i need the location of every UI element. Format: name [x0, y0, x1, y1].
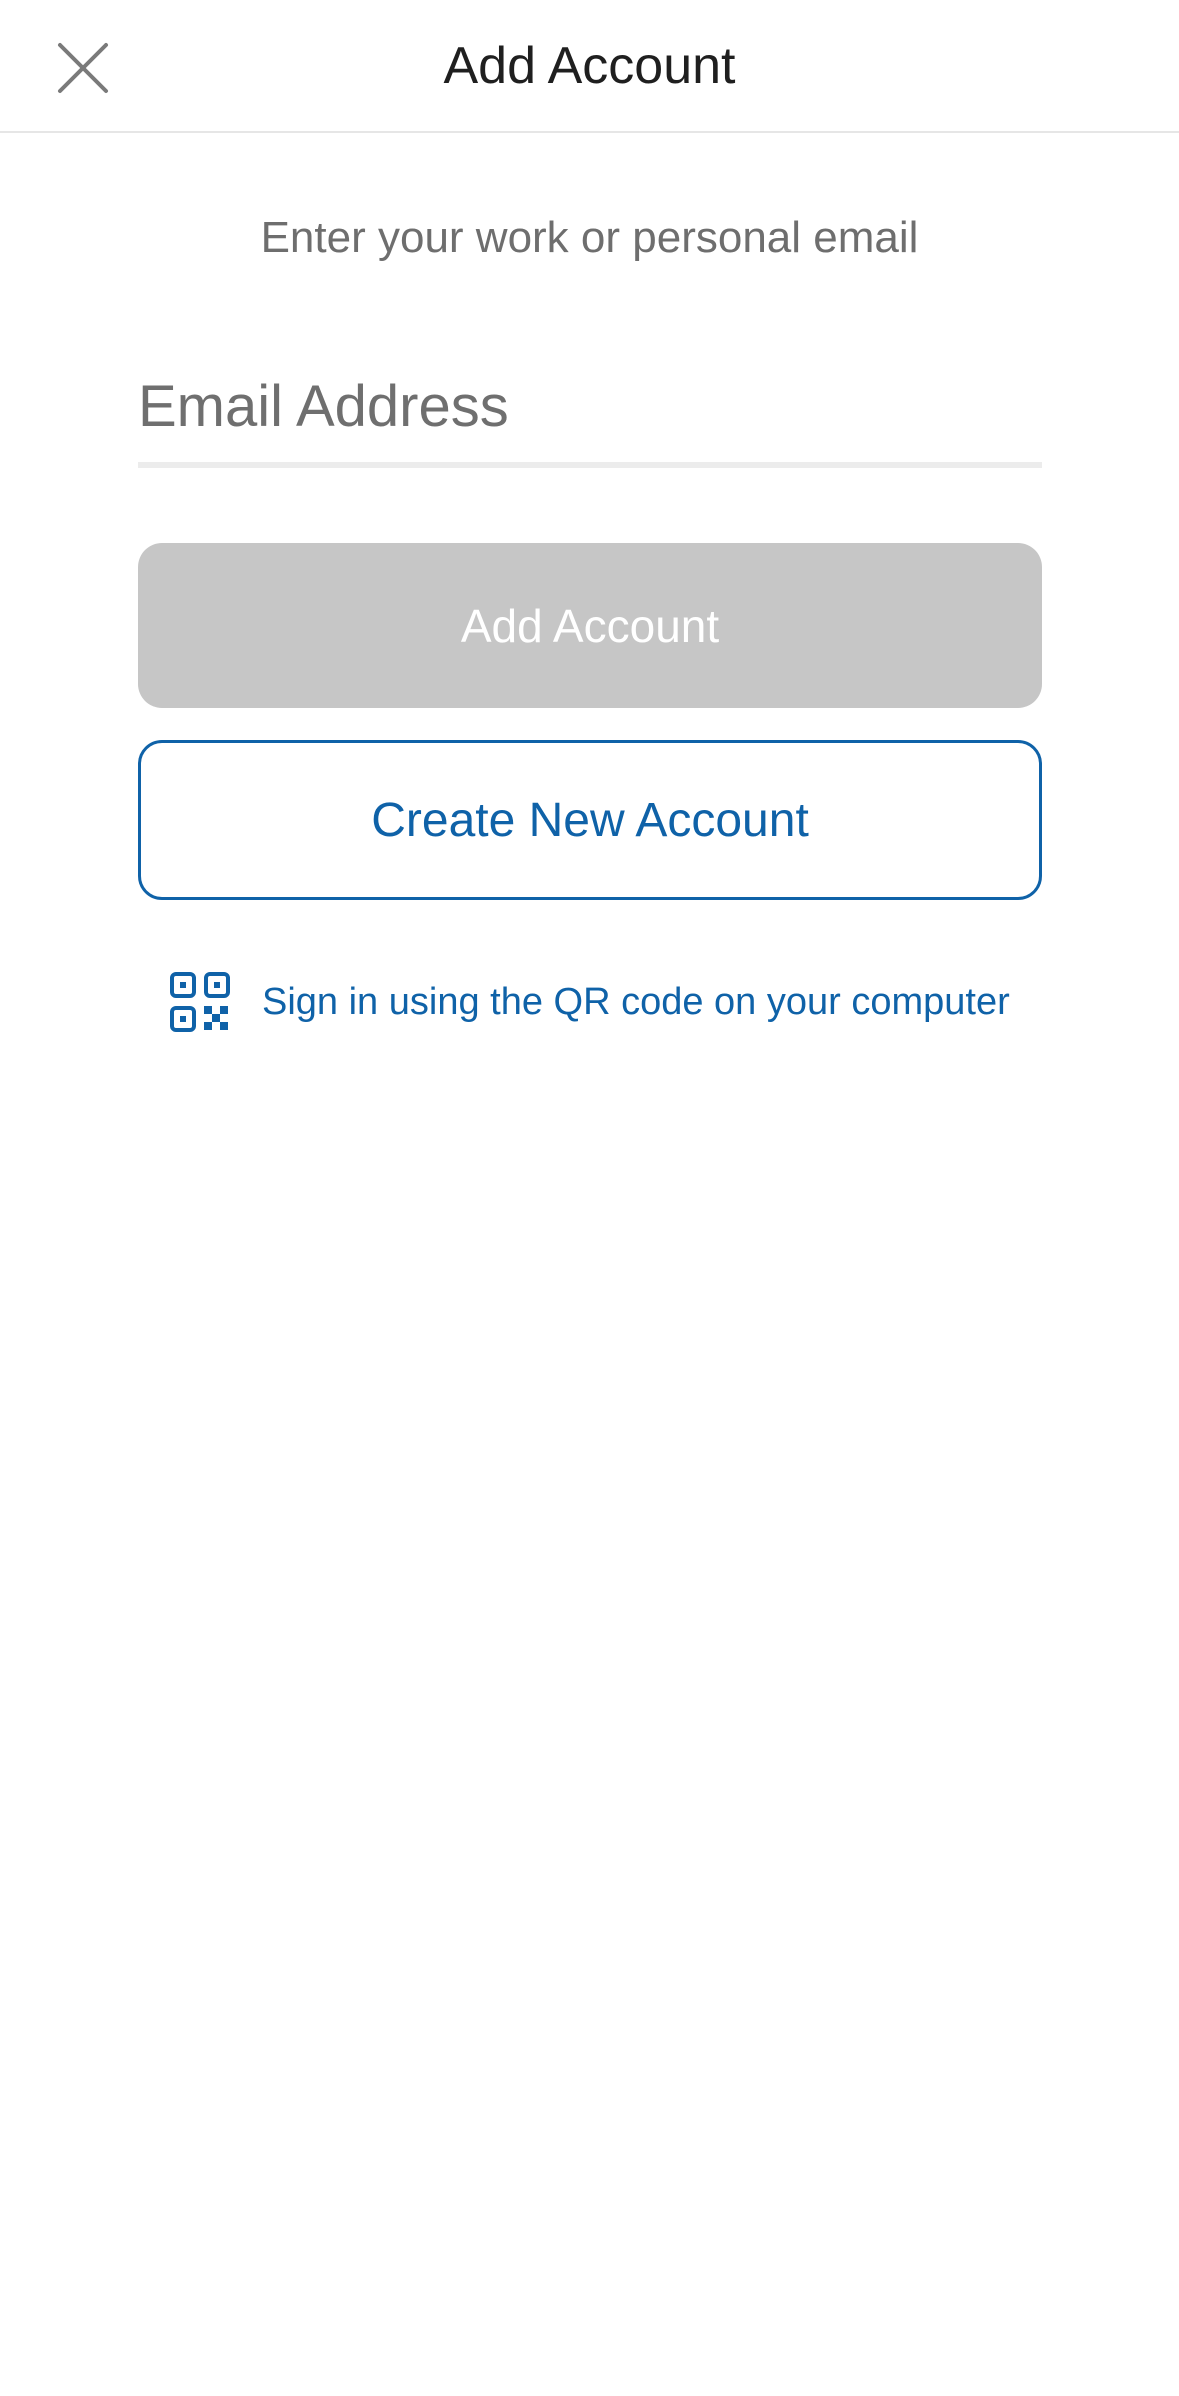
create-new-account-button[interactable]: Create New Account	[138, 740, 1042, 900]
email-field-container	[138, 350, 1042, 468]
email-prompt-text: Enter your work or personal email	[260, 213, 919, 262]
add-account-button[interactable]: Add Account	[138, 543, 1042, 708]
navigation-bar: Add Account	[0, 0, 1179, 133]
qr-code-icon	[170, 972, 230, 1032]
email-input[interactable]	[138, 350, 1042, 462]
qr-sign-in-link[interactable]: Sign in using the QR code on your comput…	[170, 970, 1010, 1034]
page-title: Add Account	[443, 37, 736, 95]
qr-sign-in-label: Sign in using the QR code on your comput…	[262, 980, 1010, 1023]
